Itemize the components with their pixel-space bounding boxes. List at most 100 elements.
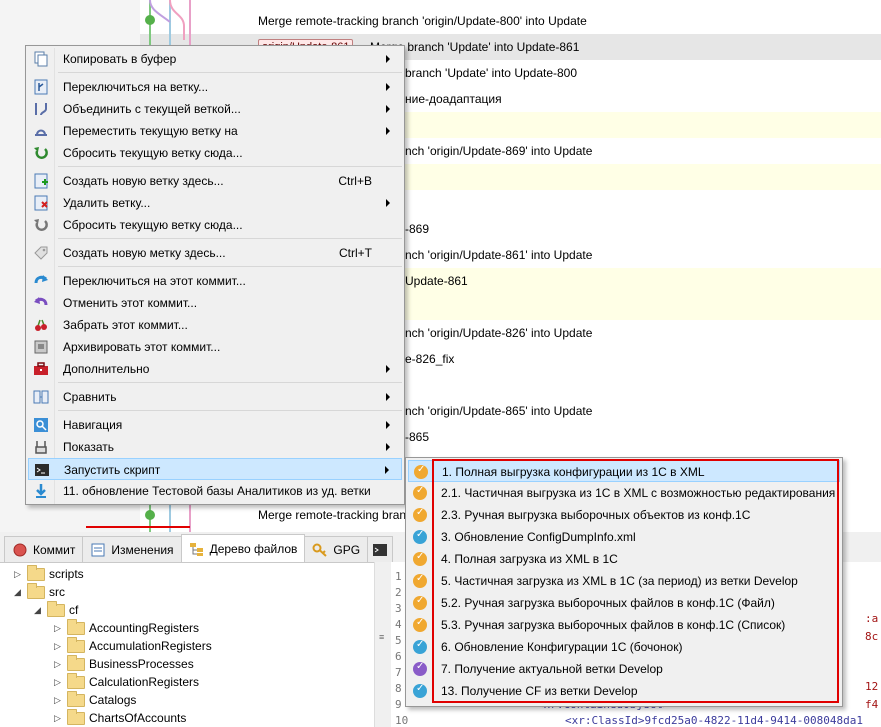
script-menu-label: 2.1. Частичная выгрузка из 1С в XML с во…: [441, 486, 836, 500]
menu-item-navigate[interactable]: Навигация: [28, 414, 402, 436]
script-menu-item[interactable]: 5. Частичная загрузка из XML в 1С (за пе…: [408, 570, 840, 592]
tree-node[interactable]: ◢ src: [14, 582, 65, 601]
menu-item-reset-gray[interactable]: Сбросить текущую ветку сюда...: [28, 214, 402, 236]
script-menu-item[interactable]: 2.1. Частичная выгрузка из 1С в XML с во…: [408, 482, 840, 504]
tree-node[interactable]: ▷ CalculationRegisters: [54, 672, 200, 691]
menu-item-label: Архивировать этот коммит...: [63, 340, 221, 354]
menu-item-new-branch[interactable]: Создать новую ветку здесь... Ctrl+B: [28, 170, 402, 192]
tab-diff[interactable]: Изменения: [82, 536, 182, 562]
menu-separator: [58, 266, 402, 267]
menu-item-show[interactable]: Показать: [28, 436, 402, 458]
expand-icon[interactable]: ▷: [54, 695, 63, 705]
submenu-arrow-icon: [386, 199, 390, 207]
tree-node[interactable]: ▷ scripts: [14, 564, 84, 583]
menu-item-compare[interactable]: Сравнить: [28, 386, 402, 408]
script-check-icon: [413, 595, 427, 610]
tree-node[interactable]: ▷ AccumulationRegisters: [54, 636, 212, 655]
tree-node[interactable]: ◢ cf: [34, 600, 79, 619]
revision-message: Merge remote-tracking branch: [258, 508, 419, 522]
collapse-icon[interactable]: ◢: [14, 587, 23, 597]
submenu-arrow-icon: [386, 105, 390, 113]
delete-branch-icon: [33, 195, 49, 211]
expand-icon[interactable]: ▷: [14, 569, 23, 579]
menu-item-label: 11. обновление Тестовой базы Аналитиков …: [63, 484, 371, 498]
menu-item-toolbox[interactable]: Дополнительно: [28, 358, 402, 380]
expand-icon[interactable]: ▷: [54, 659, 63, 669]
tab-commit[interactable]: Коммит: [4, 536, 84, 562]
menu-item-checkout-branch[interactable]: Переключиться на ветку...: [28, 76, 402, 98]
expand-icon[interactable]: ▷: [54, 641, 63, 651]
menu-separator: [58, 238, 402, 239]
menu-item-label: Забрать этот коммит...: [63, 318, 188, 332]
red-underline-annotation: [86, 526, 190, 528]
script-check-icon: [413, 661, 427, 676]
tree-node-label: cf: [69, 603, 79, 617]
expand-icon[interactable]: ▷: [54, 677, 63, 687]
cherry-pick-icon: [33, 317, 49, 333]
script-menu-item[interactable]: 5.2. Ручная загрузка выборочных файлов в…: [408, 592, 840, 614]
tree-node[interactable]: ▷ BusinessProcesses: [54, 654, 194, 673]
menu-item-checkout-commit[interactable]: Переключиться на этот коммит...: [28, 270, 402, 292]
menu-item-cherry-pick[interactable]: Забрать этот коммит...: [28, 314, 402, 336]
script-menu-item[interactable]: 4. Полная загрузка из XML в 1С: [408, 548, 840, 570]
menu-item-reset[interactable]: Сбросить текущую ветку сюда...: [28, 142, 402, 164]
run-script-submenu: 1. Полная выгрузка конфигурации из 1С в …: [405, 457, 843, 707]
script-menu-item[interactable]: 3. Обновление ConfigDumpInfo.xml: [408, 526, 840, 548]
script-menu-item[interactable]: 1. Полная выгрузка конфигурации из 1С в …: [408, 460, 840, 482]
script-menu-label: 13. Получение CF из ветки Develop: [441, 684, 638, 698]
download-arrow-icon: [33, 483, 49, 499]
script-check-icon: [413, 551, 427, 566]
folder-icon: [47, 600, 65, 617]
expand-icon[interactable]: ▷: [54, 623, 63, 633]
tab-console[interactable]: [367, 536, 394, 562]
compare-icon: [33, 389, 49, 405]
tab-gpg[interactable]: GPG: [304, 536, 369, 562]
scrollbar-grip-icon[interactable]: ≡: [379, 632, 387, 642]
new-branch-icon: [33, 173, 49, 189]
show-icon: [33, 439, 49, 455]
menu-item-merge[interactable]: Объединить с текущей веткой...: [28, 98, 402, 120]
bottom-tabs: Коммит Изменения Дерево файлов GPG: [4, 534, 394, 562]
menu-item-delete-branch[interactable]: Удалить ветку...: [28, 192, 402, 214]
tree-node-label: ChartsOfAccounts: [89, 711, 187, 725]
script-menu-label: 5. Частичная загрузка из XML в 1С (за пе…: [441, 574, 798, 588]
menu-item-revert[interactable]: Отменить этот коммит...: [28, 292, 402, 314]
menu-separator: [58, 382, 402, 383]
menu-item-archive[interactable]: Архивировать этот коммит...: [28, 336, 402, 358]
folder-icon: [67, 654, 85, 671]
script-menu-item[interactable]: 7. Получение актуальной ветки Develop: [408, 658, 840, 680]
collapse-icon[interactable]: ◢: [34, 605, 43, 615]
submenu-arrow-icon: [385, 466, 389, 474]
script-menu-item[interactable]: 5.3. Ручная загрузка выборочных файлов в…: [408, 614, 840, 636]
revision-message: nch 'origin/Update-861' into Update: [405, 248, 593, 262]
script-menu-item[interactable]: 13. Получение CF из ветки Develop: [408, 680, 840, 702]
menu-item-download-arrow[interactable]: 11. обновление Тестовой базы Аналитиков …: [28, 480, 402, 502]
file-tree[interactable]: ▷ scripts ◢ src ◢ cf ▷ AccountingRegisters ▷ Accu…: [0, 562, 390, 727]
menu-item-rebase[interactable]: Переместить текущую ветку на: [28, 120, 402, 142]
menu-item-copy[interactable]: Копировать в буфер: [28, 48, 402, 70]
script-menu-item[interactable]: 2.3. Ручная выгрузка выборочных объектов…: [408, 504, 840, 526]
folder-icon: [67, 672, 85, 689]
folder-icon: [67, 690, 85, 707]
folder-icon: [67, 636, 85, 653]
tree-node-label: AccountingRegisters: [89, 621, 200, 635]
menu-item-tag[interactable]: Создать новую метку здесь... Ctrl+T: [28, 242, 402, 264]
revision-context-menu: Копировать в буфер Переключиться на ветку…: [25, 45, 405, 528]
menu-item-label: Удалить ветку...: [63, 196, 151, 210]
console-icon: [34, 462, 50, 478]
tree-node[interactable]: ▷ ChartsOfAccounts: [54, 708, 187, 727]
commit-node: [145, 510, 155, 520]
tree-node[interactable]: ▷ AccountingRegisters: [54, 618, 200, 637]
file-tree-scrollbar[interactable]: ≡: [374, 562, 390, 727]
tree-node-label: CalculationRegisters: [89, 675, 200, 689]
menu-item-label: Навигация: [63, 418, 123, 432]
tree-node[interactable]: ▷ Catalogs: [54, 690, 136, 709]
code-fragment: :a: [865, 612, 879, 625]
tab-file-tree[interactable]: Дерево файлов: [180, 534, 306, 562]
expand-icon[interactable]: ▷: [54, 713, 63, 723]
script-menu-label: 6. Обновление Конфигурации 1С (бочонок): [441, 640, 683, 654]
tag-icon: [33, 245, 49, 261]
menu-item-console[interactable]: Запустить скрипт: [28, 458, 402, 480]
script-menu-item[interactable]: 6. Обновление Конфигурации 1С (бочонок): [408, 636, 840, 658]
file-tree-icon: [189, 541, 205, 557]
